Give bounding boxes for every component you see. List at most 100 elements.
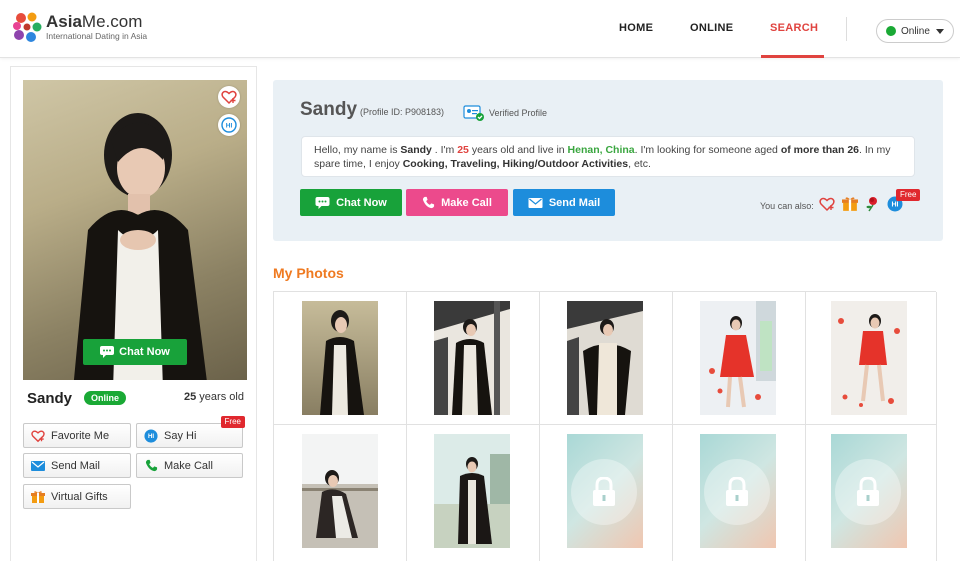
photo-thumbnail[interactable] xyxy=(700,301,776,415)
bio-part: , etc. xyxy=(628,158,651,170)
make-call-label: Make Call xyxy=(164,459,213,472)
send-mail-button[interactable]: Send Mail xyxy=(23,453,131,478)
nav-home[interactable]: HOME xyxy=(619,22,653,34)
chevron-down-icon xyxy=(936,29,944,34)
photo-cell xyxy=(806,425,937,561)
profile-photo-figure xyxy=(73,113,207,380)
favorite-me-label: Favorite Me xyxy=(51,429,110,442)
favorite-me-button[interactable]: Favorite Me xyxy=(23,423,131,448)
photo-chat-now-button[interactable]: Chat Now xyxy=(83,339,187,365)
photo-thumbnail[interactable] xyxy=(302,301,378,415)
favorite-photo-button[interactable] xyxy=(218,86,240,108)
heart-plus-icon xyxy=(221,90,237,105)
lock-icon xyxy=(857,477,879,506)
photo-cell xyxy=(540,425,673,561)
say-hi-photo-button[interactable]: HI xyxy=(218,114,240,136)
bio-hobbies: Cooking, Traveling, Hiking/Outdoor Activ… xyxy=(402,158,629,170)
verified-id-icon xyxy=(463,105,484,121)
mail-icon xyxy=(31,460,45,471)
send-mail-main-label: Send Mail xyxy=(548,196,601,209)
nav-online[interactable]: ONLINE xyxy=(690,22,733,34)
photo-cell xyxy=(540,292,673,425)
gift-icon xyxy=(31,490,45,503)
photo-thumbnail[interactable] xyxy=(567,301,643,415)
make-call-button[interactable]: Make Call xyxy=(136,453,243,478)
chat-now-label: Chat Now xyxy=(336,196,387,209)
send-mail-main-button[interactable]: Send Mail xyxy=(513,189,615,216)
main-profile-photo[interactable] xyxy=(23,80,247,380)
phone-icon xyxy=(423,196,435,209)
verified-label: Verified Profile xyxy=(489,108,548,118)
locked-photo[interactable] xyxy=(567,434,643,548)
bio-age-preference: of more than 26 xyxy=(780,144,859,156)
virtual-gifts-button[interactable]: Virtual Gifts xyxy=(23,484,131,509)
make-call-main-button[interactable]: Make Call xyxy=(406,189,508,216)
phone-icon xyxy=(145,459,157,472)
site-logo[interactable]: AsiaMe.com International Dating in Asia xyxy=(12,11,147,43)
status-label: Online xyxy=(901,25,930,37)
free-badge: Free xyxy=(896,189,921,201)
online-status-badge: Online xyxy=(84,391,127,405)
say-hi-button[interactable]: HI Say Hi Free xyxy=(136,416,245,448)
lock-icon xyxy=(726,477,748,506)
age-number: 25 xyxy=(184,391,197,403)
verified-profile: Verified Profile xyxy=(463,104,547,122)
heart-plus-icon xyxy=(31,429,45,442)
heart-plus-icon[interactable] xyxy=(819,196,835,212)
logo-name-bold: Asia xyxy=(46,11,82,31)
photo-cell xyxy=(673,292,806,425)
status-dropdown[interactable]: Online xyxy=(876,19,954,43)
logo-name-rest: Me.com xyxy=(81,11,143,31)
chat-bubble-icon xyxy=(100,346,115,358)
profile-id: (Profile ID: P908183) xyxy=(360,107,445,117)
bio-age: 25 xyxy=(457,144,469,156)
bio-name: Sandy xyxy=(400,144,432,156)
photo-chat-now-label: Chat Now xyxy=(119,346,170,358)
photo-cell xyxy=(407,425,540,561)
chat-bubble-icon xyxy=(315,196,330,209)
svg-text:HI: HI xyxy=(892,202,899,209)
chat-now-button[interactable]: Chat Now xyxy=(300,189,402,216)
photo-cell xyxy=(274,425,407,561)
bio-part: . I'm xyxy=(431,144,458,156)
send-mail-label: Send Mail xyxy=(51,459,100,472)
rose-icon[interactable] xyxy=(864,196,880,212)
bio-part: years old and live in xyxy=(468,144,568,156)
virtual-gifts-label: Virtual Gifts xyxy=(51,490,108,503)
info-name: Sandy xyxy=(300,99,358,120)
age-suffix: years old xyxy=(196,391,244,403)
svg-text:HI: HI xyxy=(148,433,154,440)
you-can-also-label: You can also: xyxy=(760,201,814,211)
profile-age: 25 years old xyxy=(184,391,244,403)
locked-photo[interactable] xyxy=(700,434,776,548)
photo-cell xyxy=(274,292,407,425)
photo-thumbnail[interactable] xyxy=(434,434,510,548)
photo-thumbnail[interactable] xyxy=(302,434,378,548)
make-call-main-label: Make Call xyxy=(441,196,492,209)
photo-thumbnail[interactable] xyxy=(831,301,907,415)
svg-text:HI: HI xyxy=(226,123,233,130)
lock-icon xyxy=(593,477,615,506)
locked-photo[interactable] xyxy=(831,434,907,548)
photo-grid xyxy=(273,291,937,561)
hi-bubble-icon: HI xyxy=(144,428,158,443)
say-hi-label: Say Hi xyxy=(164,429,197,442)
logo-tagline: International Dating in Asia xyxy=(46,30,148,41)
nav-divider xyxy=(846,17,847,41)
nav-search[interactable]: SEARCH xyxy=(770,22,818,34)
logo-icon xyxy=(13,12,42,42)
free-badge: Free xyxy=(220,416,245,428)
photo-thumbnail[interactable] xyxy=(434,301,510,415)
gift-icon[interactable] xyxy=(842,196,858,212)
photo-cell xyxy=(407,292,540,425)
my-photos-title: My Photos xyxy=(273,265,344,281)
bio-part: Hello, my name is xyxy=(314,144,401,156)
profile-name: Sandy xyxy=(27,390,73,407)
nav-active-indicator xyxy=(761,55,824,58)
bio-location: Henan, China xyxy=(567,144,635,156)
bio-text: Hello, my name is Sandy . I'm 25 years o… xyxy=(301,136,915,177)
bio-part: . I'm looking for someone aged xyxy=(634,144,781,156)
mail-icon xyxy=(528,197,543,208)
photo-cell xyxy=(806,292,937,425)
photo-cell xyxy=(673,425,806,561)
